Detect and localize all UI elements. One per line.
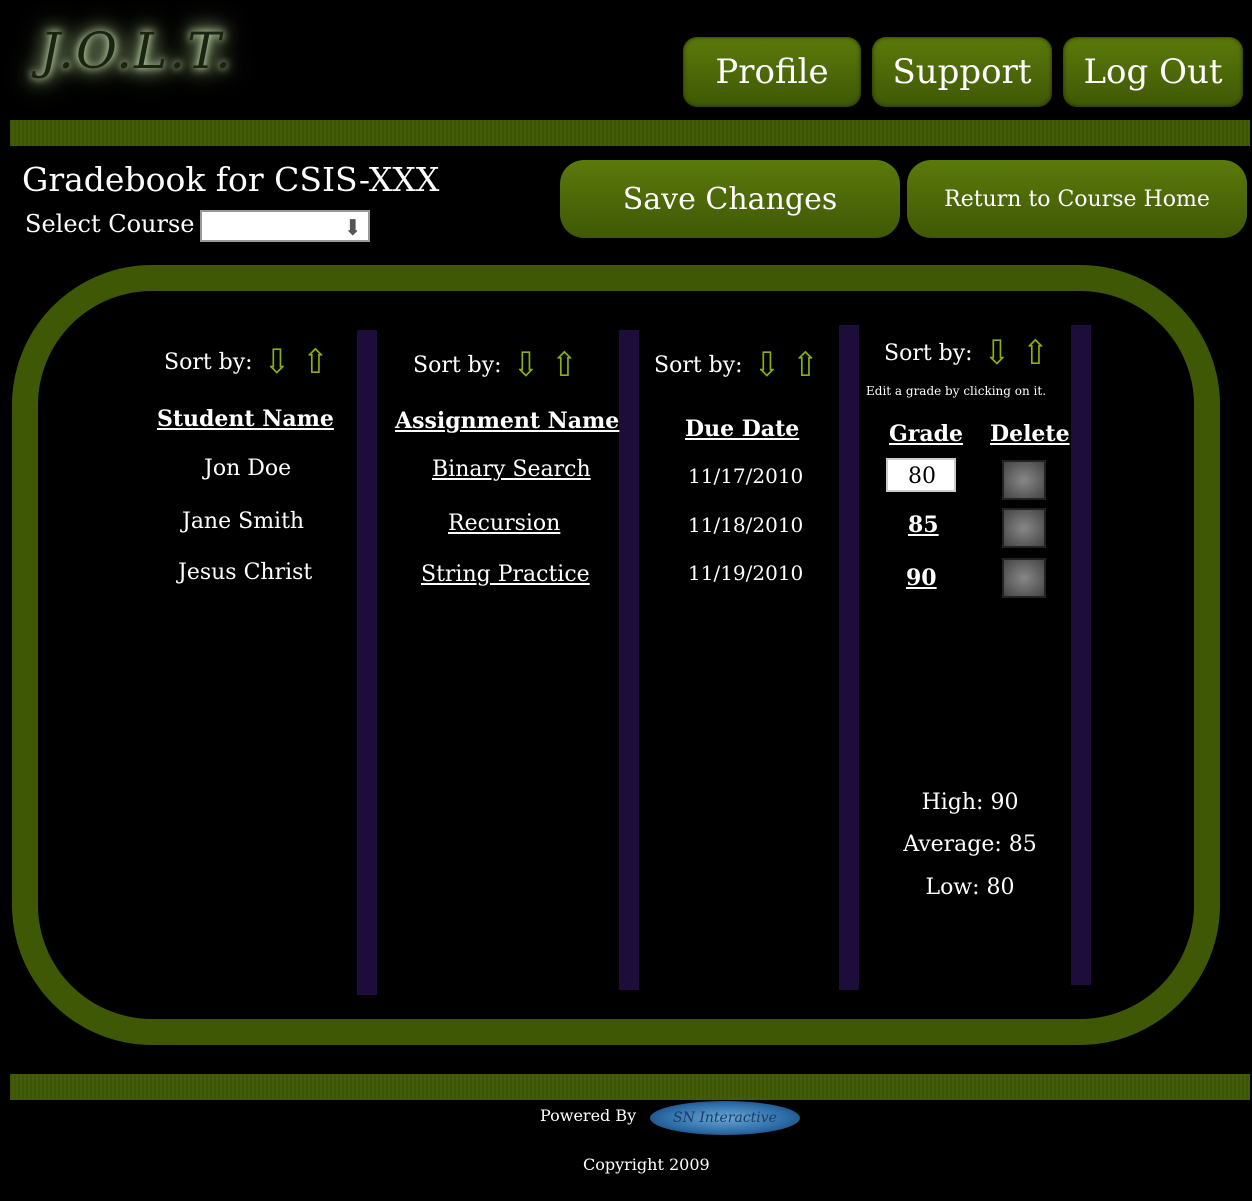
sort-label: Sort by: bbox=[654, 352, 743, 378]
stat-low: Low: 80 bbox=[925, 875, 1015, 900]
column-divider bbox=[1071, 325, 1091, 985]
header-grade[interactable]: Grade bbox=[889, 421, 963, 447]
arrow-down-icon[interactable]: ⇩ bbox=[263, 345, 292, 379]
chevron-down-icon: ⬇ bbox=[343, 215, 362, 241]
column-divider bbox=[357, 330, 377, 995]
arrow-up-icon[interactable]: ⇧ bbox=[791, 348, 820, 382]
grade-value[interactable]: 85 bbox=[908, 512, 939, 538]
stat-average: Average: 85 bbox=[903, 832, 1037, 857]
sort-label: Sort by: bbox=[884, 340, 973, 366]
profile-button[interactable]: Profile bbox=[683, 37, 861, 107]
sort-grade: Sort by: ⇩ ⇧ bbox=[884, 336, 1050, 370]
sn-interactive-logo: SN Interactive bbox=[650, 1101, 800, 1135]
column-divider bbox=[839, 325, 859, 990]
grade-value[interactable]: 90 bbox=[906, 565, 937, 591]
sort-student: Sort by: ⇩ ⇧ bbox=[164, 345, 330, 379]
select-course-label: Select Course bbox=[25, 210, 195, 238]
due-date: 11/18/2010 bbox=[688, 513, 804, 537]
return-course-home-button[interactable]: Return to Course Home bbox=[907, 160, 1247, 238]
sort-due-date: Sort by: ⇩ ⇧ bbox=[654, 348, 820, 382]
grade-edit-hint: Edit a grade by clicking on it. bbox=[866, 384, 1047, 398]
app-logo: J.O.L.T. bbox=[40, 22, 234, 80]
sort-label: Sort by: bbox=[413, 352, 502, 378]
assignment-link[interactable]: Recursion bbox=[448, 511, 560, 536]
page-title: Gradebook for CSIS-XXX bbox=[22, 160, 440, 199]
logout-button[interactable]: Log Out bbox=[1063, 37, 1243, 107]
due-date: 11/17/2010 bbox=[688, 464, 804, 488]
header-divider-bar bbox=[10, 120, 1250, 146]
column-divider bbox=[619, 330, 639, 990]
header-assignment-name[interactable]: Assignment Name bbox=[395, 408, 619, 434]
course-select[interactable]: ⬇ bbox=[200, 210, 370, 242]
student-name: Jane Smith bbox=[182, 509, 305, 534]
grade-input[interactable]: 80 bbox=[886, 458, 956, 492]
delete-checkbox[interactable] bbox=[1002, 508, 1046, 548]
header-student-name[interactable]: Student Name bbox=[157, 406, 334, 432]
arrow-up-icon[interactable]: ⇧ bbox=[301, 345, 330, 379]
footer-divider-bar bbox=[10, 1074, 1250, 1100]
delete-checkbox[interactable] bbox=[1002, 558, 1046, 598]
copyright-text: Copyright 2009 bbox=[583, 1155, 710, 1174]
arrow-down-icon[interactable]: ⇩ bbox=[753, 348, 782, 382]
student-name: Jon Doe bbox=[204, 456, 292, 481]
save-changes-button[interactable]: Save Changes bbox=[560, 160, 900, 238]
student-name: Jesus Christ bbox=[178, 560, 313, 585]
sn-interactive-logo-text: SN Interactive bbox=[673, 1110, 777, 1126]
arrow-up-icon[interactable]: ⇧ bbox=[550, 348, 579, 382]
sort-assignment: Sort by: ⇩ ⇧ bbox=[413, 348, 579, 382]
assignment-link[interactable]: Binary Search bbox=[432, 457, 591, 482]
support-button[interactable]: Support bbox=[872, 37, 1052, 107]
stat-high: High: 90 bbox=[921, 790, 1019, 815]
arrow-up-icon[interactable]: ⇧ bbox=[1021, 336, 1050, 370]
arrow-down-icon[interactable]: ⇩ bbox=[512, 348, 541, 382]
gradebook-frame bbox=[12, 265, 1220, 1045]
due-date: 11/19/2010 bbox=[688, 561, 804, 585]
delete-checkbox[interactable] bbox=[1002, 460, 1046, 500]
arrow-down-icon[interactable]: ⇩ bbox=[983, 336, 1012, 370]
assignment-link[interactable]: String Practice bbox=[421, 562, 590, 587]
header-delete: Delete bbox=[990, 421, 1070, 447]
powered-by-label: Powered By bbox=[540, 1106, 637, 1125]
header-due-date[interactable]: Due Date bbox=[685, 416, 799, 442]
sort-label: Sort by: bbox=[164, 349, 253, 375]
